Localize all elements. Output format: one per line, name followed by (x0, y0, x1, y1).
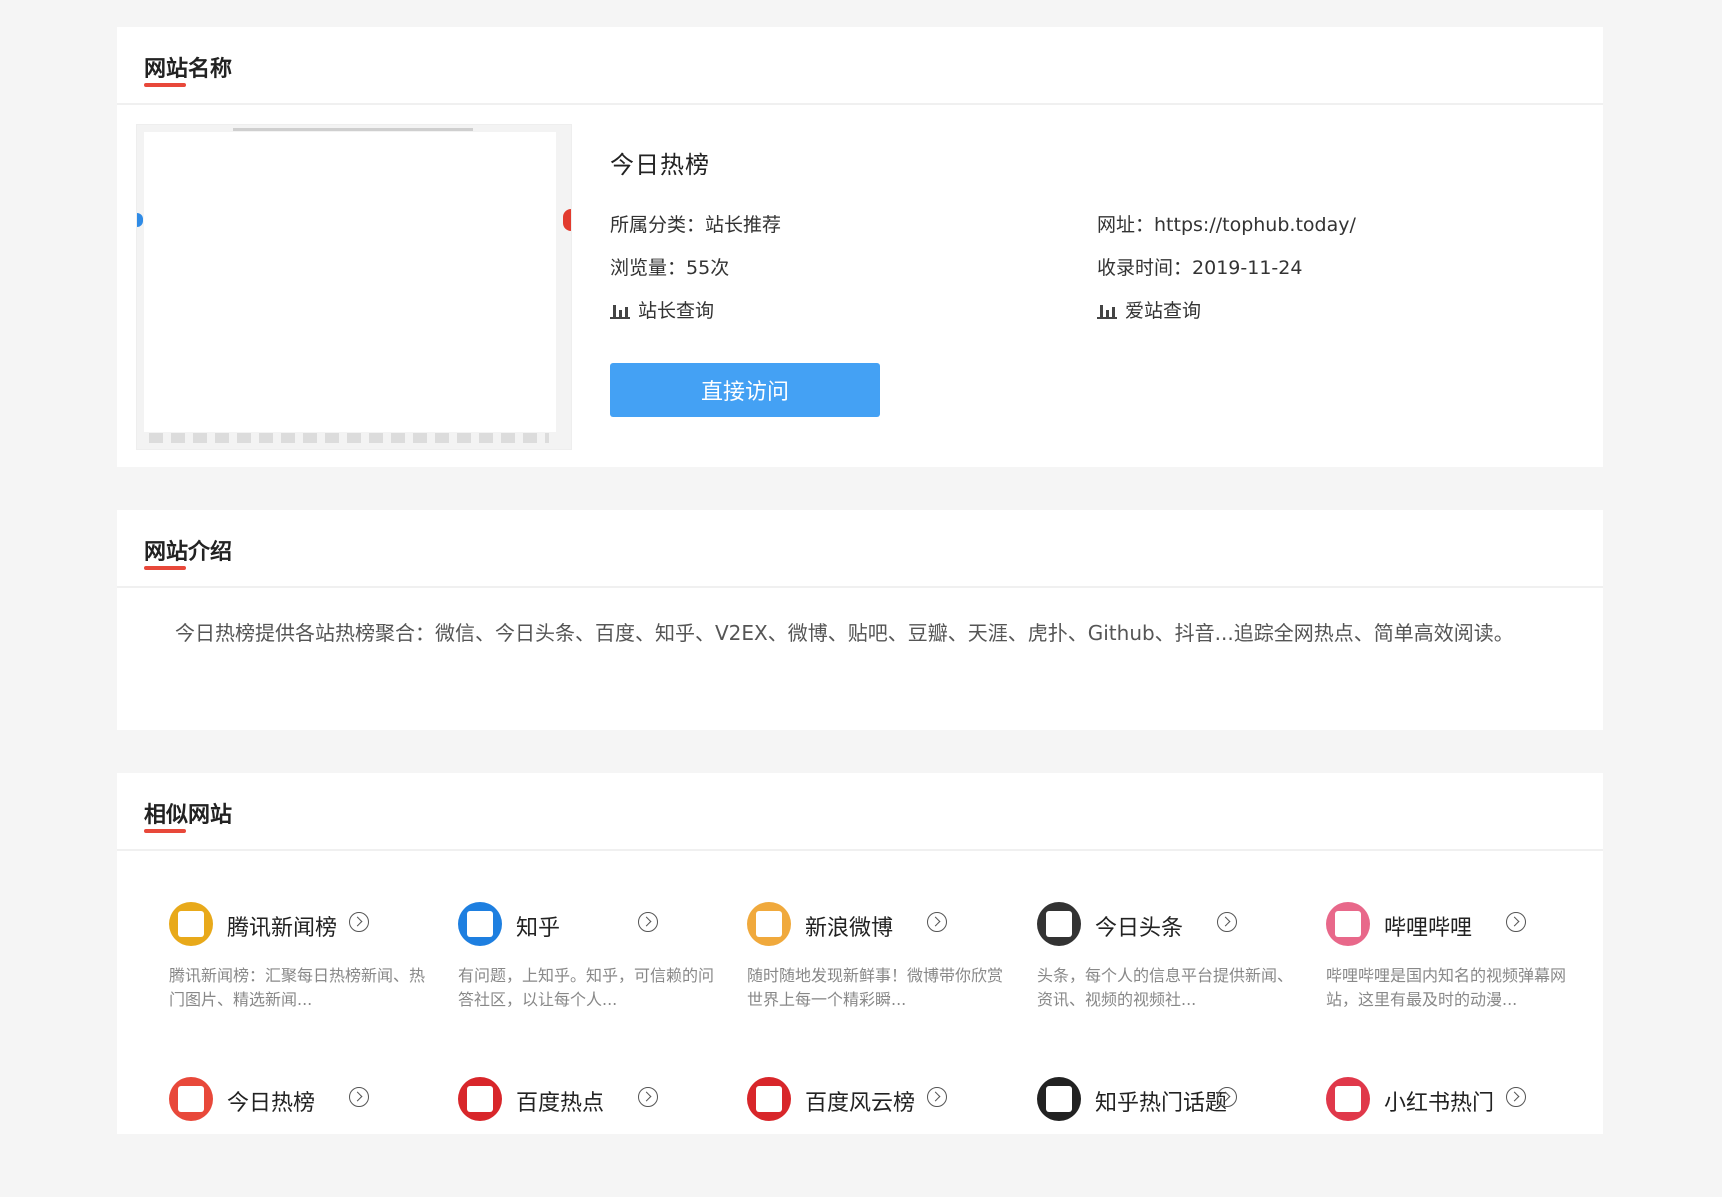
chevron-right-circle-icon[interactable] (1217, 1087, 1237, 1107)
similar-site-name[interactable]: 今日头条 (1095, 910, 1183, 942)
similar-site-item[interactable]: 知乎有问题，上知乎。知乎，可信赖的问答社区，以让每个人... (458, 902, 728, 1022)
date-value: 2019-11-24 (1192, 257, 1303, 279)
site-logo (1037, 1077, 1081, 1121)
site-logo (1326, 1077, 1370, 1121)
intro-text: 今日热榜提供各站热榜聚合：微信、今日头条、百度、知乎、V2EX、微博、贴吧、豆瓣… (175, 621, 1514, 645)
similar-site-item[interactable]: 今日头条头条，每个人的信息平台提供新闻、资讯、视频的视频社... (1037, 902, 1307, 1022)
chevron-right-circle-icon[interactable] (927, 912, 947, 932)
section-title-similar: 相似网站 (144, 797, 232, 833)
similar-site-name[interactable]: 知乎 (516, 910, 560, 942)
category-value[interactable]: 站长推荐 (705, 214, 781, 236)
bar-chart-icon (610, 301, 630, 319)
card-header: 相似网站 (117, 773, 1603, 851)
chevron-right-circle-icon[interactable] (349, 912, 369, 932)
similar-site-name[interactable]: 今日热榜 (227, 1085, 315, 1117)
similar-site-item[interactable]: 知乎热门话题 (1037, 1077, 1307, 1197)
screenshot-accent-right (563, 209, 571, 231)
similar-site-desc: 头条，每个人的信息平台提供新闻、资讯、视频的视频社... (1037, 966, 1294, 1009)
similar-site-name[interactable]: 百度热点 (516, 1085, 604, 1117)
site-logo (747, 902, 791, 946)
date-label: 收录时间： (1097, 257, 1193, 279)
chevron-right-circle-icon[interactable] (1506, 912, 1526, 932)
similar-site-name[interactable]: 百度风云榜 (805, 1085, 915, 1117)
similar-site-name[interactable]: 新浪微博 (805, 910, 893, 942)
category-label: 所属分类： (610, 214, 706, 236)
webmaster-query-label: 站长查询 (638, 300, 715, 322)
site-logo (1037, 902, 1081, 946)
similar-site-desc (1326, 1139, 1596, 1187)
site-logo (1326, 902, 1370, 946)
url-label: 网址： (1097, 214, 1155, 236)
chevron-right-circle-icon[interactable] (638, 912, 658, 932)
similar-site-item[interactable]: 腾讯新闻榜腾讯新闻榜：汇聚每日热榜新闻、热门图片、精选新闻... (169, 902, 439, 1022)
similar-site-item[interactable]: 百度风云榜 (747, 1077, 1017, 1197)
chevron-right-circle-icon[interactable] (1217, 912, 1237, 932)
similar-site-item[interactable]: 百度热点 (458, 1077, 728, 1197)
chevron-right-circle-icon[interactable] (927, 1087, 947, 1107)
site-name: 今日热榜 (610, 152, 710, 179)
similar-site-name[interactable]: 腾讯新闻榜 (227, 910, 337, 942)
visit-button[interactable]: 直接访问 (610, 363, 880, 417)
similar-site-desc: 腾讯新闻榜：汇聚每日热榜新闻、热门图片、精选新闻... (169, 966, 426, 1009)
views-field: 浏览量：55次 (610, 253, 729, 280)
similar-sites-card: 相似网站 腾讯新闻榜 腾讯新闻榜：汇聚每日热榜新闻、热门图片、精选新闻... 知乎有… (117, 773, 1603, 1134)
site-logo (169, 902, 213, 946)
similar-site-desc: 随时随地发现新鲜事！微博带你欣赏世界上每一个精彩瞬... (747, 966, 1004, 1009)
bar-chart-icon (1097, 301, 1117, 319)
similar-site-desc (169, 1139, 439, 1187)
similar-site-item[interactable]: 今日热榜 (169, 1077, 439, 1197)
site-logo (458, 1077, 502, 1121)
screenshot-bar (233, 128, 473, 131)
similar-site-name[interactable]: 哔哩哔哩 (1384, 910, 1472, 942)
card-header: 网站名称 (117, 27, 1603, 105)
chevron-right-circle-icon[interactable] (1506, 1087, 1526, 1107)
section-title-intro: 网站介绍 (144, 534, 232, 570)
category-field: 所属分类：站长推荐 (610, 210, 781, 237)
similar-site-name[interactable]: 小红书热门 (1384, 1085, 1494, 1117)
date-field: 收录时间：2019-11-24 (1097, 253, 1302, 280)
chevron-right-circle-icon[interactable] (638, 1087, 658, 1107)
similar-site-desc (458, 1139, 728, 1187)
aizhan-query-link[interactable]: 爱站查询 (1097, 296, 1201, 323)
similar-site-item[interactable]: 新浪微博随时随地发现新鲜事！微博带你欣赏世界上每一个精彩瞬... (747, 902, 1017, 1022)
webmaster-query-link[interactable]: 站长查询 (610, 296, 714, 323)
site-logo (458, 902, 502, 946)
screenshot-content (144, 132, 556, 432)
section-title-website-name: 网站名称 (144, 51, 232, 87)
similar-site-desc: 哔哩哔哩是国内知名的视频弹幕网站，这里有最及时的动漫... (1326, 966, 1567, 1009)
site-logo (169, 1077, 213, 1121)
views-label: 浏览量： (610, 257, 687, 279)
url-value[interactable]: https://tophub.today/ (1154, 214, 1356, 236)
similar-site-desc: 有问题，上知乎。知乎，可信赖的问答社区，以让每个人... (458, 966, 715, 1009)
similar-site-item[interactable]: 小红书热门 (1326, 1077, 1596, 1197)
screenshot-footer (149, 433, 549, 443)
similar-site-name[interactable]: 知乎热门话题 (1095, 1085, 1227, 1117)
website-info-card: 网站名称 今日热榜 所属分类：站长推荐 网址：https://tophub.to… (117, 27, 1603, 467)
views-value: 55次 (686, 257, 730, 279)
similar-site-desc (1037, 1139, 1307, 1187)
url-field: 网址：https://tophub.today/ (1097, 210, 1356, 237)
similar-site-item[interactable]: 哔哩哔哩哔哩哔哩是国内知名的视频弹幕网站，这里有最及时的动漫... (1326, 902, 1596, 1022)
card-header: 网站介绍 (117, 510, 1603, 588)
chevron-right-circle-icon[interactable] (349, 1087, 369, 1107)
site-logo (747, 1077, 791, 1121)
screenshot-accent-left (137, 213, 143, 227)
website-screenshot[interactable] (136, 124, 572, 450)
website-intro-card: 网站介绍 今日热榜提供各站热榜聚合：微信、今日头条、百度、知乎、V2EX、微博、… (117, 510, 1603, 730)
aizhan-query-label: 爱站查询 (1125, 300, 1202, 322)
similar-site-desc (747, 1139, 1017, 1187)
